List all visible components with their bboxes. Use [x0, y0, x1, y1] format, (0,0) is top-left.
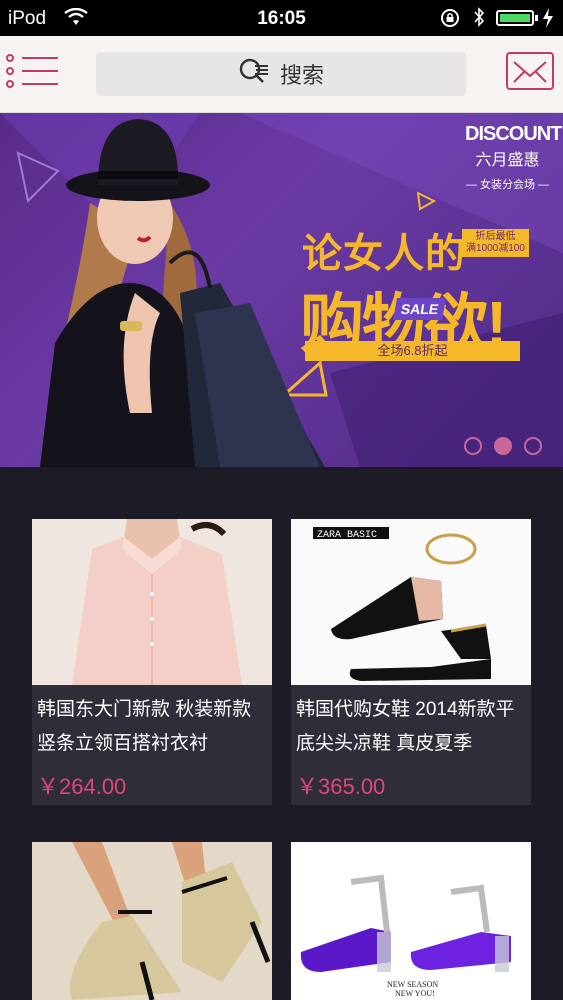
promo-bar: 全场6.8折起 — [305, 341, 520, 361]
carousel-dot-2[interactable] — [494, 437, 512, 455]
carousel-dot-1[interactable] — [464, 437, 482, 455]
product-price-1: ￥264.00 — [37, 774, 127, 799]
product-card-1[interactable]: 韩国东大门新款 秋装新款 竖条立领百搭衬衣衬 ￥264.00 — [32, 519, 272, 805]
product-image-caption-1: NEW SEASON — [387, 980, 438, 989]
product-image-3 — [32, 842, 272, 1000]
app-header: 搜索 — [0, 36, 563, 113]
product-name-1: 韩国东大门新款 秋装新款 竖条立领百搭衬衣衬 — [37, 699, 252, 754]
search-icon — [238, 57, 270, 91]
search-bar[interactable]: 搜索 — [96, 52, 466, 96]
sale-tag: SALE — [393, 298, 447, 320]
carousel-dot-3[interactable] — [524, 437, 542, 455]
product-image-brand: ZARA BASIC — [317, 530, 377, 541]
promo-tag: 折后最低 满1000减100 — [462, 229, 529, 257]
status-bar: iPod 16:05 — [0, 0, 563, 36]
battery-icon — [496, 10, 534, 26]
bluetooth-icon — [472, 6, 486, 34]
banner-model-image — [20, 113, 330, 467]
badge-note: — 女装分会场 — — [465, 179, 550, 191]
discount-badge: DISCOUNT 六月盛惠 — 女装分会场 — — [465, 123, 562, 198]
menu-button[interactable] — [6, 52, 60, 90]
product-card-3[interactable] — [32, 842, 272, 1000]
mail-icon — [508, 61, 552, 92]
product-card-2[interactable]: ZARA BASIC 韩国代购女鞋 2014新款平底尖头凉鞋 真皮夏季 ￥365… — [291, 519, 531, 805]
product-card-4[interactable]: NEW SEASON NEW YOU! — [291, 842, 531, 1000]
product-image-4: NEW SEASON NEW YOU! — [291, 842, 531, 1000]
banner-headline-line1: 论女人的 — [302, 232, 466, 276]
product-image-caption-2: NEW YOU! — [395, 989, 435, 998]
search-label: 搜索 — [279, 63, 324, 88]
mail-button[interactable] — [506, 52, 554, 90]
carousel-indicator — [464, 437, 549, 457]
charging-icon — [542, 7, 554, 35]
product-name-2: 韩国代购女鞋 2014新款平底尖头凉鞋 真皮夏季 — [296, 699, 515, 754]
product-image-2: ZARA BASIC — [291, 519, 531, 685]
rotation-lock-icon — [440, 8, 460, 34]
product-image-1 — [32, 519, 272, 685]
promo-banner[interactable]: DISCOUNT 六月盛惠 — 女装分会场 — 论女人的 折后最低 满1000减… — [0, 113, 563, 467]
badge-title: DISCOUNT — [465, 123, 562, 145]
badge-subtitle: 六月盛惠 — [475, 152, 540, 169]
product-price-2: ￥365.00 — [296, 774, 386, 799]
